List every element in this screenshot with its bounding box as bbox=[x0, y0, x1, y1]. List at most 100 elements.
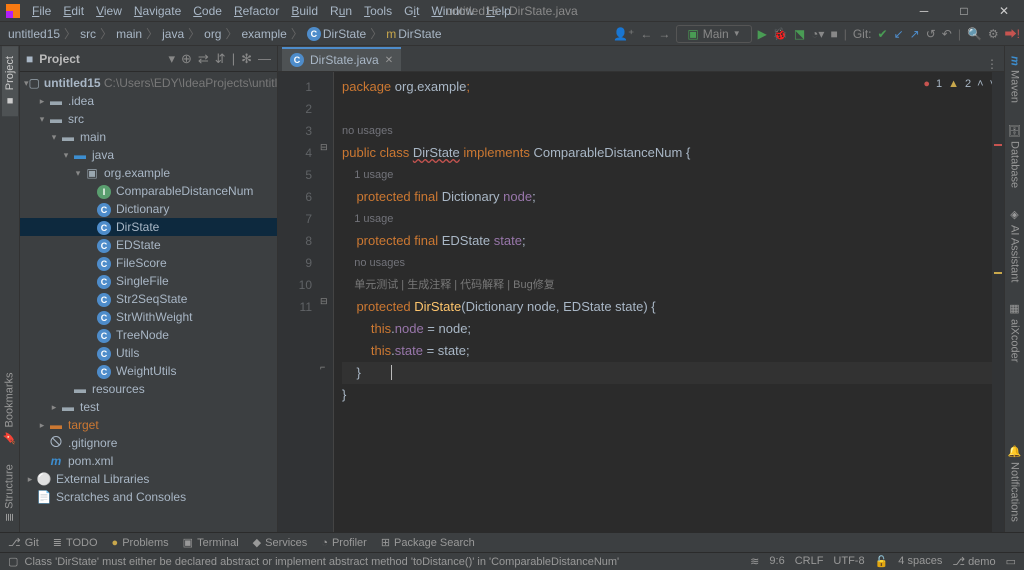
tree-resources[interactable]: ▬resources bbox=[20, 380, 277, 398]
crumb-6[interactable]: DirState bbox=[323, 27, 366, 41]
bottom-tab-packagesearch[interactable]: ⊞ Package Search bbox=[381, 536, 475, 549]
tree-main[interactable]: ▾▬main bbox=[20, 128, 277, 146]
maximize-button[interactable]: □ bbox=[944, 0, 984, 22]
settings-icon[interactable]: ⚙ bbox=[988, 27, 999, 41]
menu-file[interactable]: File bbox=[26, 2, 57, 20]
bottom-tab-terminal[interactable]: ▣ Terminal bbox=[183, 536, 239, 549]
run-icon[interactable]: ▶ bbox=[758, 27, 767, 41]
rollback-icon[interactable]: ↶ bbox=[942, 27, 952, 41]
crumb-5[interactable]: example bbox=[242, 27, 287, 41]
readonly-icon[interactable]: 🔓 bbox=[875, 555, 889, 568]
update-icon[interactable]: ↙ bbox=[894, 27, 904, 41]
codelens[interactable]: 单元测试 | 生成注释 | 代码解释 | Bug修复 bbox=[354, 279, 554, 291]
tab-list-icon[interactable]: ⋮ bbox=[986, 57, 1004, 71]
close-tab-icon[interactable]: ✕ bbox=[385, 55, 393, 66]
project-dropdown-icon[interactable]: ■ bbox=[26, 52, 33, 66]
history-icon[interactable]: ↺ bbox=[926, 27, 936, 41]
project-tree[interactable]: ▾▢untitled15 C:\Users\EDY\IdeaProjects\u… bbox=[20, 72, 277, 532]
tree-class-Str2SeqState[interactable]: CStr2SeqState bbox=[20, 290, 277, 308]
tree-class-SingleFile[interactable]: CSingleFile bbox=[20, 272, 277, 290]
tree-ext-lib[interactable]: ▸⚪External Libraries bbox=[20, 470, 277, 488]
menu-refactor[interactable]: Refactor bbox=[228, 2, 285, 20]
tree-test[interactable]: ▸▬test bbox=[20, 398, 277, 416]
menu-navigate[interactable]: Navigate bbox=[128, 2, 187, 20]
run-config-dropdown[interactable]: ▣ Main ▼ bbox=[676, 25, 751, 43]
tree-root[interactable]: ▾▢untitled15 C:\Users\EDY\IdeaProjects\u… bbox=[20, 74, 277, 92]
crumb-3[interactable]: java bbox=[162, 27, 184, 41]
menu-git[interactable]: Git bbox=[398, 2, 425, 20]
crumb-4[interactable]: org bbox=[204, 27, 221, 41]
menu-build[interactable]: Build bbox=[285, 2, 324, 20]
error-nav-icon[interactable]: ⮕! bbox=[1005, 25, 1020, 42]
tree-pom[interactable]: mpom.xml bbox=[20, 452, 277, 470]
bottom-tab-services[interactable]: ◆ Services bbox=[253, 536, 308, 549]
fold-icon[interactable]: ⊟ bbox=[320, 296, 328, 307]
back-icon[interactable]: ← bbox=[640, 27, 652, 41]
bottom-tab-profiler[interactable]: ◔ Profiler bbox=[321, 537, 367, 549]
tree-class-EDState[interactable]: CEDState bbox=[20, 236, 277, 254]
right-tab-maven[interactable]: m Maven bbox=[1007, 46, 1023, 113]
encoding[interactable]: UTF-8 bbox=[833, 555, 864, 568]
tree-class-WeightUtils[interactable]: CWeightUtils bbox=[20, 362, 277, 380]
right-tab-database[interactable]: 🗄 Database bbox=[1006, 113, 1023, 198]
coverage-icon[interactable]: ⬔ bbox=[794, 27, 805, 41]
menu-edit[interactable]: Edit bbox=[57, 2, 90, 20]
caret-position[interactable]: 9:6 bbox=[769, 555, 784, 568]
memory-indicator[interactable]: ▭ bbox=[1006, 555, 1016, 568]
tree-class-DirState[interactable]: CDirState bbox=[20, 218, 277, 236]
search-icon[interactable]: 🔍 bbox=[967, 27, 982, 41]
up-icon[interactable]: ˄ bbox=[977, 78, 983, 90]
stop-icon[interactable]: ■ bbox=[830, 27, 837, 41]
bottom-tab-todo[interactable]: ≣ TODO bbox=[53, 536, 98, 549]
line-ending[interactable]: CRLF bbox=[795, 555, 824, 568]
add-user-icon[interactable]: 👤⁺ bbox=[613, 27, 634, 41]
tree-src[interactable]: ▾▬src bbox=[20, 110, 277, 128]
close-button[interactable]: ✕ bbox=[984, 0, 1024, 22]
expand-icon[interactable]: ⇄ bbox=[198, 51, 209, 67]
git-branch[interactable]: ⎇ demo bbox=[952, 555, 995, 568]
select-opened-icon[interactable]: ⊕ bbox=[181, 51, 192, 67]
commit-icon[interactable]: ✔ bbox=[878, 27, 888, 41]
editor-tab-DirState[interactable]: C DirState.java ✕ bbox=[282, 47, 401, 71]
tree-java[interactable]: ▾▬java bbox=[20, 146, 277, 164]
tree-class-StrWithWeight[interactable]: CStrWithWeight bbox=[20, 308, 277, 326]
indent[interactable]: 4 spaces bbox=[898, 555, 942, 568]
minimize-button[interactable]: ─ bbox=[904, 0, 944, 22]
menu-run[interactable]: Run bbox=[324, 2, 358, 20]
fold-end-icon[interactable]: ⌐ bbox=[320, 362, 325, 372]
right-tab-aiassistant[interactable]: ◈ AI Assistant bbox=[1006, 198, 1023, 292]
error-stripe[interactable] bbox=[992, 72, 1004, 532]
fold-gutter[interactable]: ⊟ ⊟ ⌐ bbox=[320, 72, 334, 532]
source-code[interactable]: package org.example; no usagespublic cla… bbox=[334, 72, 1004, 532]
fold-icon[interactable]: ⊟ bbox=[320, 142, 328, 153]
hide-icon[interactable]: — bbox=[258, 51, 271, 66]
code-area[interactable]: 1234567891011 ⊟ ⊟ ⌐ package org.example;… bbox=[278, 72, 1004, 532]
tree-idea[interactable]: ▸▬.idea bbox=[20, 92, 277, 110]
menu-view[interactable]: View bbox=[90, 2, 128, 20]
tree-target[interactable]: ▸▬target bbox=[20, 416, 277, 434]
bottom-tab-problems[interactable]: ● Problems bbox=[112, 537, 169, 549]
breadcrumb[interactable]: untitled15〉 src〉 main〉 java〉 org〉 exampl… bbox=[4, 25, 446, 42]
bottom-tab-git[interactable]: ⎇ Git bbox=[8, 536, 39, 549]
gear-icon[interactable]: ✻ bbox=[241, 51, 252, 67]
left-tab-project[interactable]: ■ Project bbox=[2, 46, 18, 116]
crumb-7[interactable]: DirState bbox=[398, 27, 441, 41]
crumb-1[interactable]: src bbox=[80, 27, 96, 41]
menu-tools[interactable]: Tools bbox=[358, 2, 398, 20]
tree-class-Utils[interactable]: CUtils bbox=[20, 344, 277, 362]
collapse-icon[interactable]: ⇵ bbox=[215, 51, 226, 67]
tree-class-TreeNode[interactable]: CTreeNode bbox=[20, 326, 277, 344]
menu-code[interactable]: Code bbox=[187, 2, 228, 20]
forward-icon[interactable]: → bbox=[658, 27, 670, 41]
right-tab-aixcoder[interactable]: ▦ aiXcoder bbox=[1006, 292, 1023, 372]
tree-scratches[interactable]: 📄Scratches and Consoles bbox=[20, 488, 277, 506]
inspections-widget[interactable]: ●1 ▲2 ˄ ˅ bbox=[923, 78, 996, 90]
right-tab-notifications[interactable]: 🔔 Notifications bbox=[1006, 435, 1023, 532]
ai-indicator[interactable]: ≋ bbox=[750, 555, 759, 568]
push-icon[interactable]: ↗ bbox=[910, 27, 920, 41]
profile-icon[interactable]: ◔▾ bbox=[811, 27, 824, 41]
left-tab-structure[interactable]: ≣ Structure bbox=[1, 454, 18, 532]
crumb-0[interactable]: untitled15 bbox=[8, 27, 60, 41]
tree-class-ComparableDistanceNum[interactable]: IComparableDistanceNum bbox=[20, 182, 277, 200]
tree-gitignore[interactable]: 🛇.gitignore bbox=[20, 434, 277, 452]
